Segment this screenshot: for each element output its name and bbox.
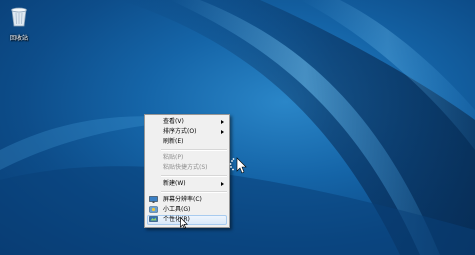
desktop-icon-recycle-bin[interactable]: 回收站 bbox=[4, 4, 34, 42]
menu-item-gadgets[interactable]: 小工具(G) bbox=[147, 205, 227, 215]
desktop[interactable]: 回收站 查看(V) 排序方式(O) 刷新(E) 粘贴(P) 粘贴快捷方式(S) … bbox=[0, 0, 475, 255]
submenu-arrow-icon bbox=[221, 182, 224, 186]
menu-item-label: 粘贴(P) bbox=[163, 154, 184, 161]
menu-item-label: 新建(W) bbox=[163, 180, 186, 187]
arrow-cursor-icon bbox=[180, 217, 188, 229]
personalize-icon bbox=[149, 216, 158, 222]
gadgets-icon bbox=[149, 206, 158, 213]
wallpaper bbox=[0, 0, 475, 255]
busy-cursor-icon bbox=[229, 157, 247, 174]
menu-separator bbox=[161, 175, 227, 177]
menu-item-paste-shortcut: 粘贴快捷方式(S) bbox=[147, 163, 227, 173]
menu-item-label: 查看(V) bbox=[163, 118, 184, 125]
menu-item-new[interactable]: 新建(W) bbox=[147, 179, 227, 189]
menu-item-sort-by[interactable]: 排序方式(O) bbox=[147, 127, 227, 137]
menu-item-label: 刷新(E) bbox=[163, 138, 184, 145]
menu-item-label: 屏幕分辨率(C) bbox=[163, 196, 202, 203]
menu-separator bbox=[161, 191, 227, 193]
menu-item-label: 粘贴快捷方式(S) bbox=[163, 164, 208, 171]
menu-item-refresh[interactable]: 刷新(E) bbox=[147, 137, 227, 147]
desktop-icon-label: 回收站 bbox=[9, 35, 28, 42]
submenu-arrow-icon bbox=[221, 130, 224, 134]
recycle-bin-icon bbox=[11, 7, 27, 27]
menu-item-label: 排序方式(O) bbox=[163, 128, 197, 135]
menu-item-label: 小工具(G) bbox=[163, 206, 191, 213]
menu-item-view[interactable]: 查看(V) bbox=[147, 117, 227, 127]
display-icon bbox=[149, 196, 158, 203]
submenu-arrow-icon bbox=[221, 120, 224, 124]
menu-item-screen-resolution[interactable]: 屏幕分辨率(C) bbox=[147, 195, 227, 205]
menu-separator bbox=[161, 149, 227, 151]
menu-item-paste: 粘贴(P) bbox=[147, 153, 227, 163]
context-menu: 查看(V) 排序方式(O) 刷新(E) 粘贴(P) 粘贴快捷方式(S) 新建(W… bbox=[144, 114, 230, 228]
